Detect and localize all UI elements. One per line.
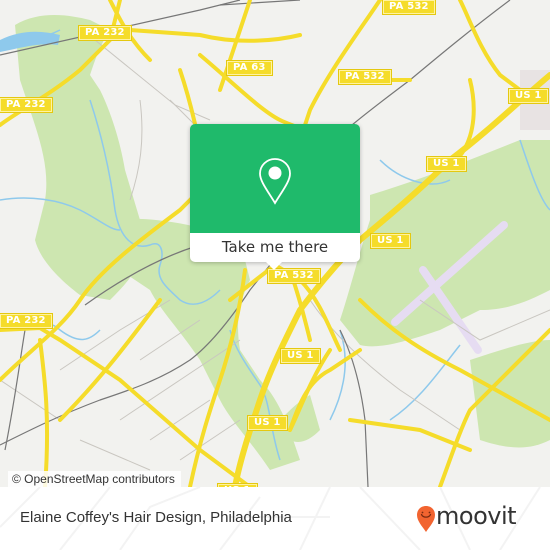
map-view[interactable]: PA 532 PA 232 PA 63 PA 532 US 1 PA 232 U… (0, 0, 550, 487)
route-shield-us1-ne: US 1 (508, 88, 549, 104)
route-shield-us1-southwest: US 1 (247, 415, 288, 431)
place-name: Elaine Coffey's Hair Design, Philadelphi… (20, 509, 292, 526)
route-shield-pa532-mid: PA 532 (338, 69, 392, 85)
route-shield-pa63: PA 63 (226, 60, 273, 76)
map-pin-icon (259, 158, 291, 205)
moovit-smile-pin-icon (417, 506, 435, 532)
route-shield-pa532-center: PA 532 (267, 268, 321, 284)
route-shield-us1-east: US 1 (426, 156, 467, 172)
route-shield-pa232-lower-left: PA 232 (0, 313, 53, 329)
route-shield-us1-south: US 1 (280, 348, 321, 364)
footer-bar: Elaine Coffey's Hair Design, Philadelphi… (0, 487, 550, 550)
location-popup[interactable]: Take me there (190, 124, 360, 270)
moovit-wordmark: moovit (436, 502, 517, 530)
route-shield-pa232-left: PA 232 (0, 97, 53, 113)
route-shield-pa232-top: PA 232 (78, 25, 132, 41)
popup-header (190, 124, 360, 233)
popup-pointer (266, 262, 282, 270)
map-attribution[interactable]: © OpenStreetMap contributors (8, 471, 181, 487)
route-shield-pa532-top: PA 532 (382, 0, 436, 15)
take-me-there-button[interactable]: Take me there (190, 233, 360, 262)
route-shield-us1-airport: US 1 (370, 233, 411, 249)
